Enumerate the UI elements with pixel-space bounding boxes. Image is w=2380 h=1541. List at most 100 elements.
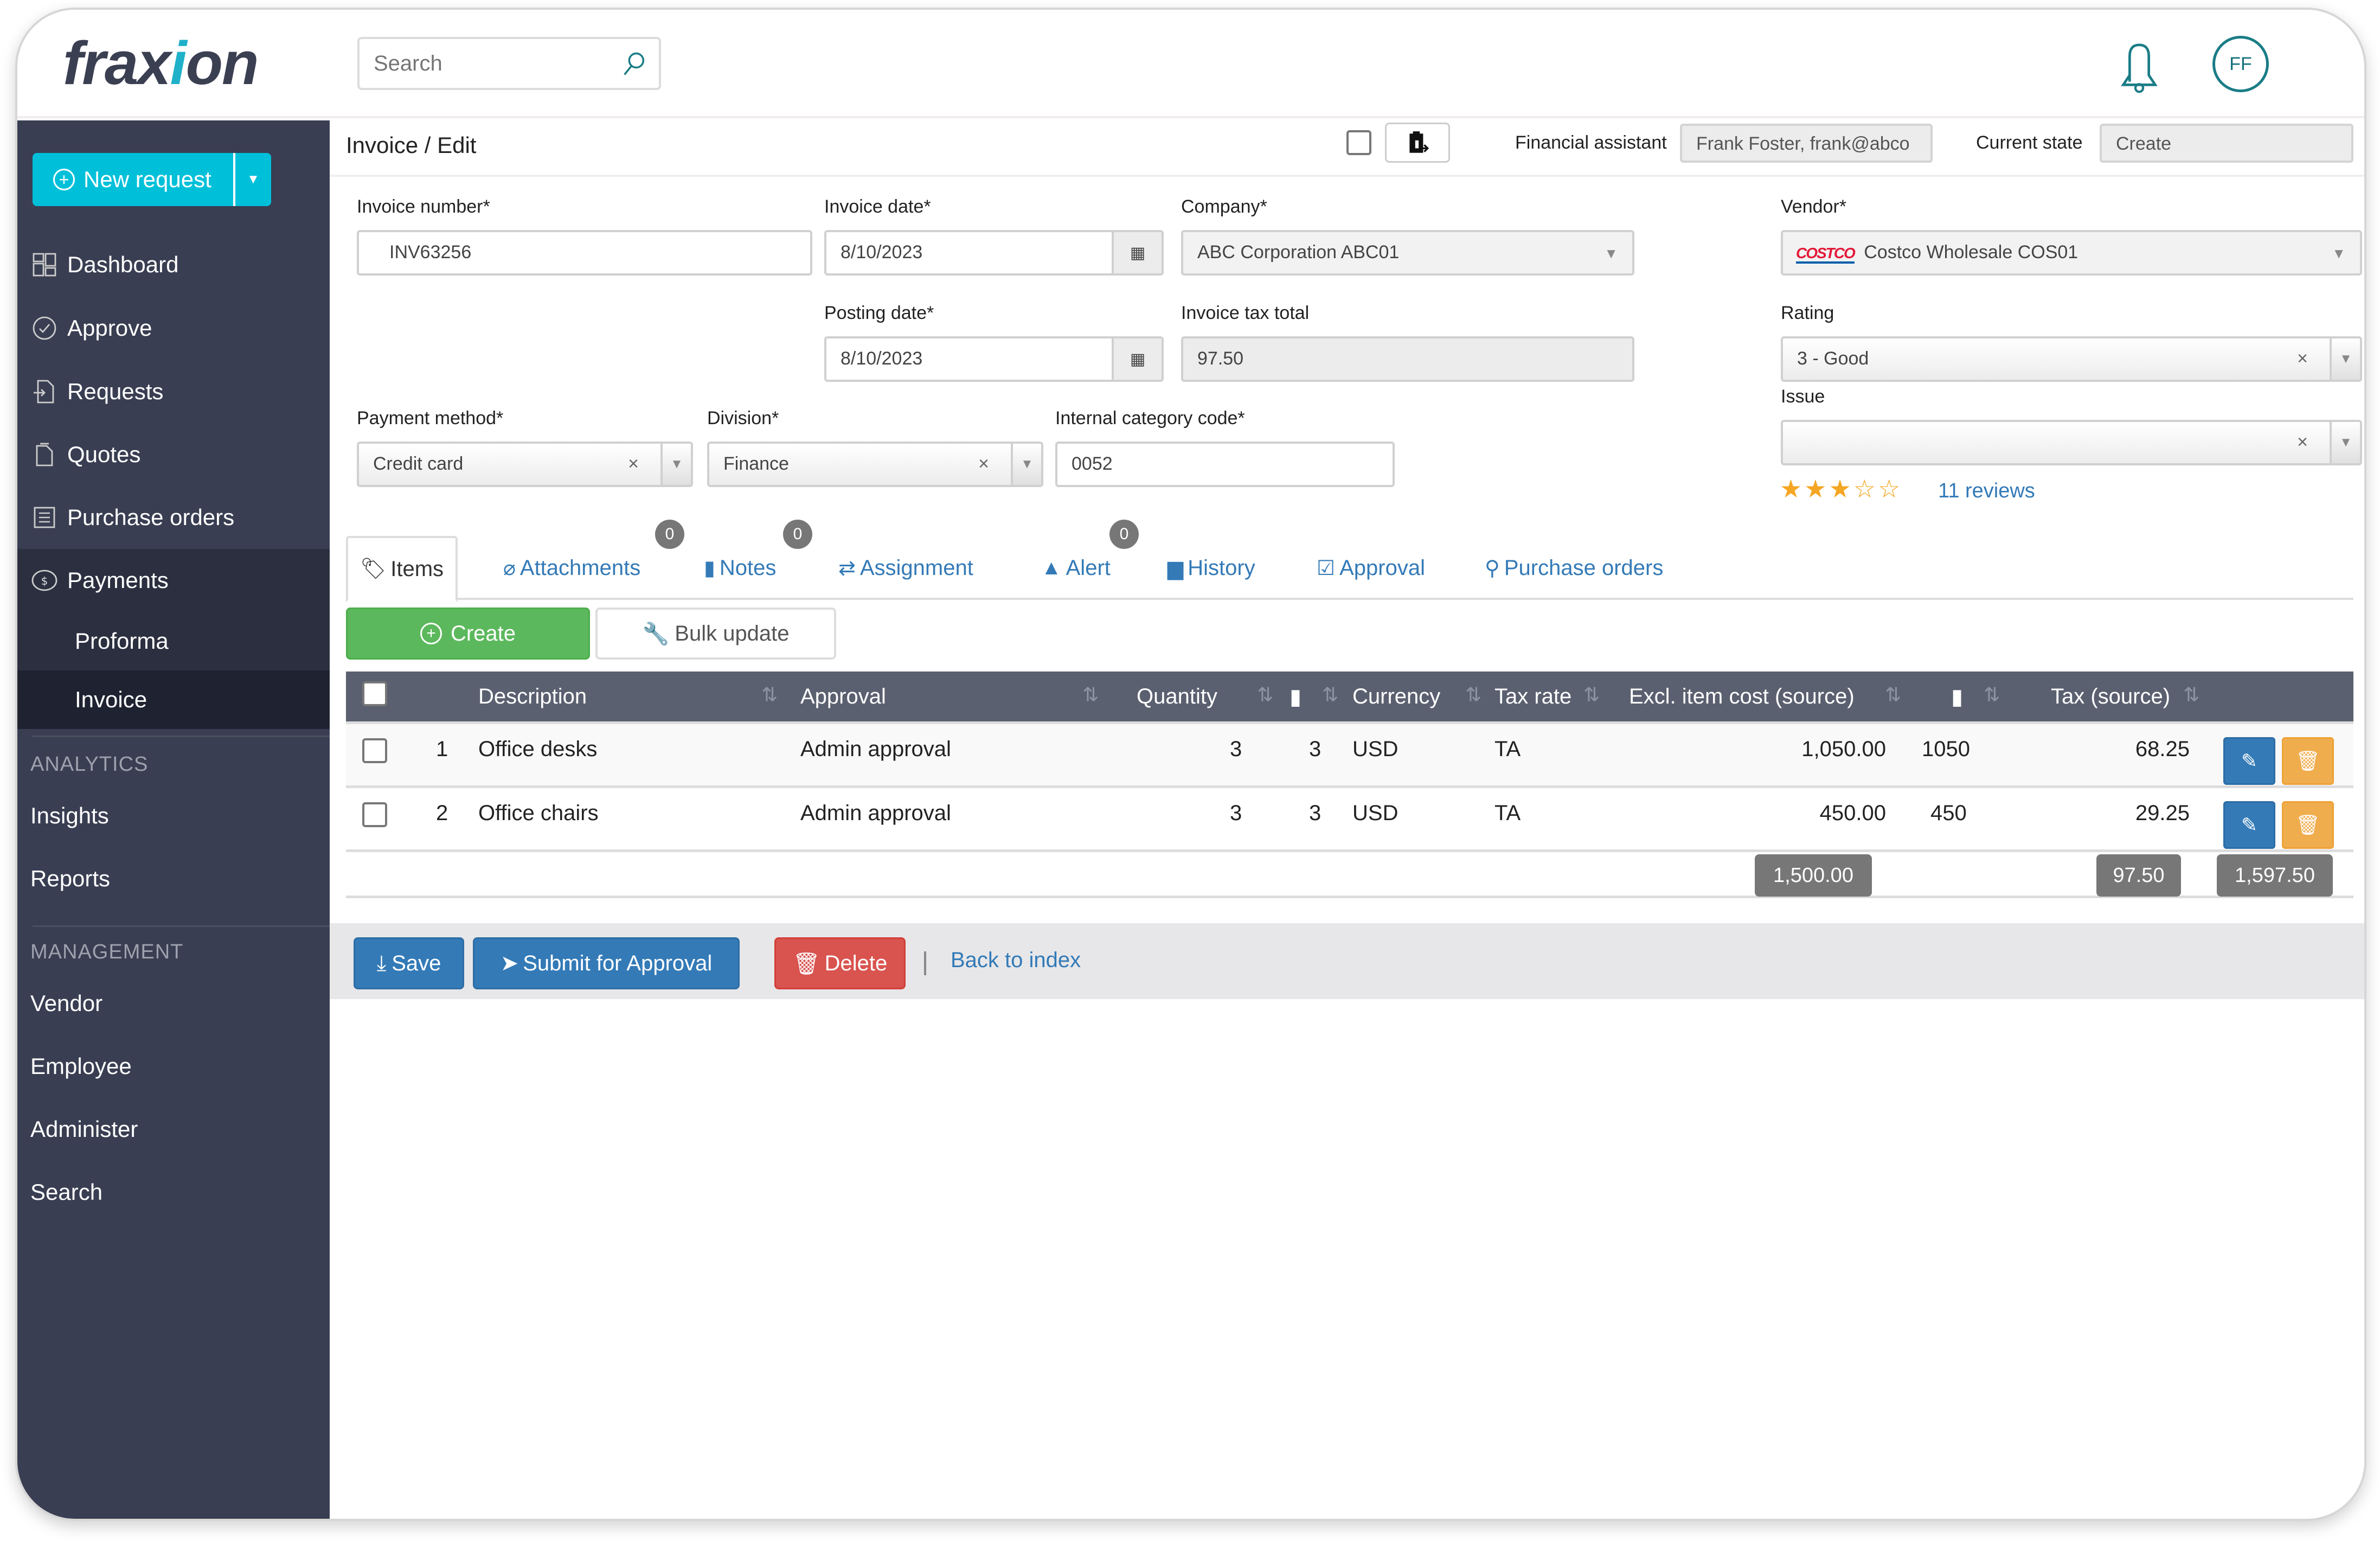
cell-excl-cost: 450.00 xyxy=(1819,801,1886,825)
rating-value: 3 - Good xyxy=(1797,348,1869,369)
new-request-button[interactable]: + New request ▼ xyxy=(33,153,271,206)
sort-icon[interactable]: ⇅ xyxy=(2183,683,2199,706)
sort-icon[interactable]: ⇅ xyxy=(1257,683,1273,706)
column-header-currency[interactable]: Currency xyxy=(1352,685,1440,709)
new-request-dropdown-toggle[interactable]: ▼ xyxy=(233,153,271,206)
sidebar-subitem-invoice[interactable]: Invoice xyxy=(17,670,330,729)
column-header-description[interactable]: Description xyxy=(478,685,587,709)
column-header-excl-item-cost[interactable]: Excl. item cost (source) xyxy=(1629,685,1855,709)
sidebar-subitem-proforma[interactable]: Proforma xyxy=(17,612,330,670)
submit-for-approval-button[interactable]: ➤ Submit for Approval xyxy=(473,937,740,989)
issue-select[interactable]: × ▼ xyxy=(1781,420,2362,465)
tab-attachments[interactable]: ⌀ Attachments 0 xyxy=(503,520,684,600)
delete-row-button[interactable]: 🗑 xyxy=(2282,737,2334,785)
sidebar-item-label: Payments xyxy=(67,567,169,593)
sidebar-item-requests[interactable]: Requests xyxy=(17,360,330,423)
header-checkbox[interactable] xyxy=(1346,130,1371,155)
clear-icon[interactable]: × xyxy=(978,453,989,475)
sort-icon[interactable]: ⇅ xyxy=(1583,683,1600,706)
sidebar-item-reports[interactable]: Reports xyxy=(30,866,110,892)
back-to-index-link[interactable]: Back to index xyxy=(951,948,1081,973)
sort-icon[interactable]: ⇅ xyxy=(761,683,778,706)
sidebar-item-payments[interactable]: $ Payments xyxy=(17,549,330,612)
calendar-button[interactable]: ▦ xyxy=(1112,232,1162,273)
bulk-update-button[interactable]: 🔧 Bulk update xyxy=(595,608,836,660)
column-header-tax-source[interactable]: Tax (source) xyxy=(2051,685,2170,709)
caret-down-icon: ▼ xyxy=(1604,245,1618,261)
tab-approval[interactable]: ☑ Approval xyxy=(1317,536,1425,600)
dashboard-icon xyxy=(29,250,60,280)
save-label: Save xyxy=(392,951,441,975)
sidebar-item-quotes[interactable]: Quotes xyxy=(17,423,330,486)
calendar-button[interactable]: ▦ xyxy=(1112,338,1162,380)
invoice-date-input[interactable]: 8/10/2023 ▦ xyxy=(824,230,1164,276)
reviews-link[interactable]: 11 reviews xyxy=(1938,479,2035,503)
invoice-number-input[interactable]: INV63256 xyxy=(357,230,812,276)
sort-icon[interactable]: ⇅ xyxy=(1885,683,1901,706)
tab-purchase-orders[interactable]: ⚲ Purchase orders xyxy=(1485,536,1663,600)
brand-logo[interactable]: fraxion xyxy=(63,28,259,98)
save-button[interactable]: ⤓ Save xyxy=(354,937,464,989)
search-input[interactable] xyxy=(360,39,598,88)
sidebar-item-approve[interactable]: Approve xyxy=(17,297,330,360)
payment-method-dropdown-toggle[interactable]: ▼ xyxy=(660,444,691,485)
new-request-main[interactable]: + New request xyxy=(33,153,233,206)
sidebar-item-search[interactable]: Search xyxy=(30,1179,102,1205)
vendor-select[interactable]: COSTCO Costco Wholesale COS01 ▼ xyxy=(1781,230,2362,276)
edit-button[interactable]: ✎ xyxy=(2223,801,2275,849)
create-button[interactable]: + Create xyxy=(346,608,590,660)
tab-alert[interactable]: ▲ Alert 0 xyxy=(1041,520,1139,600)
payment-method-select[interactable]: Credit card × ▼ xyxy=(357,442,693,487)
search-box[interactable] xyxy=(357,37,661,90)
clear-icon[interactable]: × xyxy=(628,453,639,475)
sort-icon[interactable]: ⇅ xyxy=(1465,683,1481,706)
trash-icon: 🗑 xyxy=(792,951,820,976)
column-header-quantity[interactable]: Quantity xyxy=(1137,685,1217,709)
division-select[interactable]: Finance × ▼ xyxy=(707,442,1043,487)
clear-icon[interactable]: × xyxy=(2297,432,2308,453)
caret-down-icon: ▼ xyxy=(2339,351,2352,366)
rating-select[interactable]: 3 - Good × ▼ xyxy=(1781,336,2362,382)
delete-button[interactable]: 🗑 Delete xyxy=(774,937,906,989)
form-actions-bar: ⤓ Save ➤ Submit for Approval 🗑 Delete Ba… xyxy=(330,923,2364,999)
user-avatar[interactable]: FF xyxy=(2212,36,2269,92)
sort-icon[interactable]: ⇅ xyxy=(1984,683,2000,706)
row-checkbox[interactable] xyxy=(362,738,387,763)
clipboard-icon xyxy=(1409,131,1429,153)
issue-dropdown-toggle[interactable]: ▼ xyxy=(2330,422,2360,463)
search-icon[interactable] xyxy=(620,50,648,78)
notes-count-badge: 0 xyxy=(783,520,812,549)
posting-date-input[interactable]: 8/10/2023 ▦ xyxy=(824,336,1164,382)
sort-icon[interactable]: ⇅ xyxy=(1082,683,1099,706)
tab-label: Assignment xyxy=(859,555,973,580)
clear-icon[interactable]: × xyxy=(2297,348,2308,369)
sort-icon[interactable]: ⇅ xyxy=(1322,683,1338,706)
division-dropdown-toggle[interactable]: ▼ xyxy=(1011,444,1041,485)
table-row: 2 Office chairs Admin approval 3 3 USD T… xyxy=(346,785,2353,849)
column-header-approval[interactable]: Approval xyxy=(800,685,886,709)
sidebar-item-label: Dashboard xyxy=(67,252,179,277)
select-all-checkbox[interactable] xyxy=(362,681,387,706)
sidebar-item-vendor[interactable]: Vendor xyxy=(30,990,102,1016)
division-value: Finance xyxy=(723,453,789,474)
tab-assignment[interactable]: ⇄ Assignment xyxy=(838,536,973,600)
current-state-field: Create xyxy=(2100,124,2353,163)
tab-history[interactable]: ▆ History xyxy=(1167,536,1255,600)
clipboard-button[interactable] xyxy=(1385,123,1450,163)
sidebar-item-administer[interactable]: Administer xyxy=(30,1116,138,1142)
tab-notes[interactable]: ▮ Notes 0 xyxy=(704,520,812,600)
column-header-tax-rate[interactable]: Tax rate xyxy=(1494,685,1571,709)
row-checkbox[interactable] xyxy=(362,802,387,827)
cell-excl-cost: 1,050.00 xyxy=(1801,737,1886,761)
sidebar-item-purchase-orders[interactable]: Purchase orders xyxy=(17,486,330,549)
company-select[interactable]: ABC Corporation ABC01 ▼ xyxy=(1181,230,1634,276)
delete-row-button[interactable]: 🗑 xyxy=(2282,801,2334,849)
sidebar-item-dashboard[interactable]: Dashboard xyxy=(17,233,330,296)
sidebar-item-insights[interactable]: Insights xyxy=(30,803,109,829)
tab-items[interactable]: 🏷 Items xyxy=(346,536,458,602)
edit-button[interactable]: ✎ xyxy=(2223,737,2275,785)
internal-category-code-input[interactable]: 0052 xyxy=(1055,442,1395,487)
rating-dropdown-toggle[interactable]: ▼ xyxy=(2330,338,2360,380)
bell-icon[interactable] xyxy=(2115,40,2164,94)
sidebar-item-employee[interactable]: Employee xyxy=(30,1053,132,1079)
